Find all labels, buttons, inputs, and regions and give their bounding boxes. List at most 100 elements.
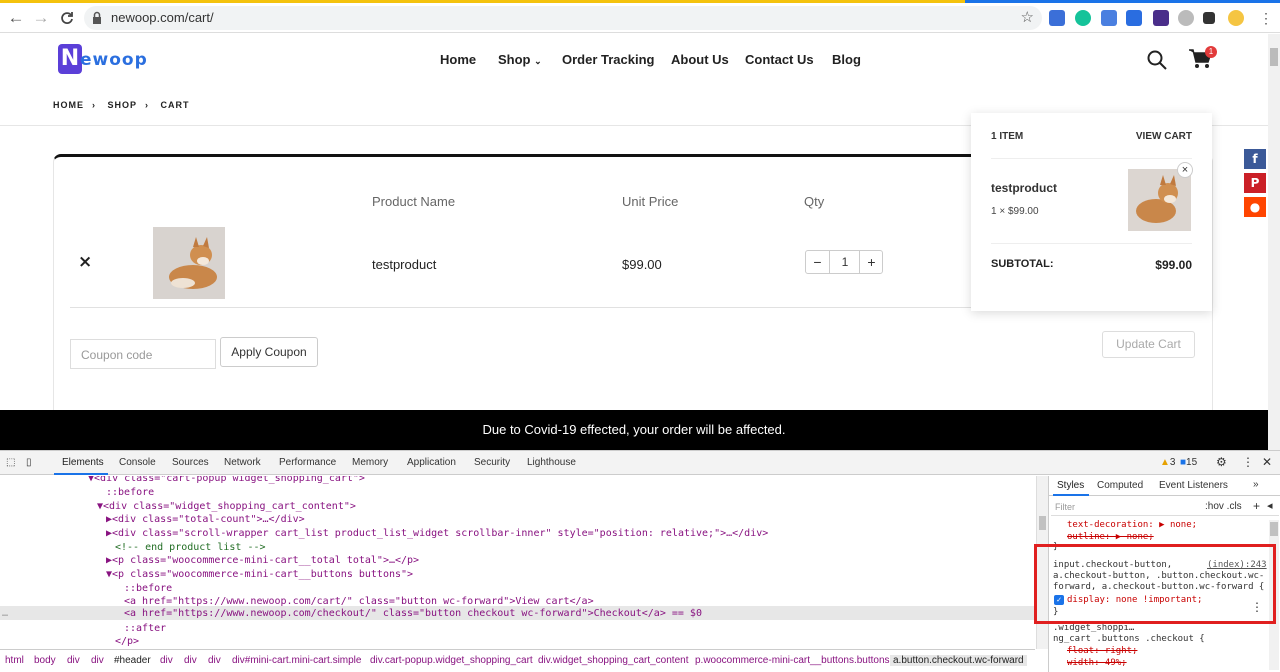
tab-network[interactable]: Network [224,457,261,468]
page-scrollbar-thumb[interactable] [1270,48,1278,66]
crumb[interactable]: html [5,655,24,666]
translate-icon[interactable] [1101,10,1117,26]
dom-pseudo-node[interactable]: ::after [124,623,166,634]
news-icon[interactable] [1126,10,1142,26]
crumb[interactable]: div.widget_shopping_cart_content [538,655,688,666]
device-toggle-icon[interactable]: ▯ [26,457,32,468]
elements-scrollbar-thumb[interactable] [1039,516,1046,530]
dom-node-selected[interactable]: <a href="https://www.newoop.com/checkout… [124,608,702,619]
settings-gear-icon[interactable]: ⚙ [1216,455,1227,469]
coupon-input[interactable]: Coupon code [70,339,216,369]
inspect-element-icon[interactable]: ⬚ [6,457,15,468]
dom-node[interactable]: ▶<div class="scroll-wrapper cart_list pr… [106,528,768,539]
reddit-share-icon[interactable]: ● [1244,197,1266,217]
qty-input[interactable]: 1 [833,251,857,273]
tab-memory[interactable]: Memory [352,457,388,468]
search-icon[interactable] [1147,50,1167,70]
facebook-share-icon[interactable]: f [1244,149,1266,169]
remove-item-button[interactable]: × [78,252,92,272]
nav-order-tracking[interactable]: Order Tracking [562,52,654,67]
extension-icon-5[interactable] [1153,10,1169,26]
reload-button[interactable] [55,6,79,30]
page-scrollbar[interactable] [1268,34,1280,450]
dom-node[interactable]: ▶<p class="woocommerce-mini-cart__total … [106,555,419,566]
tab-elements[interactable]: Elements [62,457,104,468]
dom-node[interactable]: <a href="https://www.newoop.com/cart/" c… [124,596,594,607]
ellipsis-icon[interactable]: … [2,608,8,619]
more-tabs-icon[interactable]: » [1253,479,1259,490]
css-selector[interactable]: ng_cart .buttons .checkout { [1053,634,1205,644]
css-selector[interactable]: .widget_shoppi… [1053,623,1134,633]
tab-performance[interactable]: Performance [279,457,336,468]
crumb[interactable]: div [208,655,221,666]
new-rule-icon[interactable]: + [1253,499,1260,513]
crumb[interactable]: div#mini-cart.mini-cart.simple [232,655,361,666]
qty-plus-button[interactable]: + [859,251,883,273]
dom-node[interactable]: ▼<p class="woocommerce-mini-cart__button… [106,569,413,580]
css-declaration-overridden[interactable]: width: 49%; [1067,658,1127,668]
qty-minus-button[interactable]: − [806,251,830,273]
more-menu-icon[interactable]: ⋮ [1254,6,1278,30]
bookmark-star-icon[interactable]: ☆ [1021,8,1034,26]
hov-cls-toggle[interactable]: :hov .cls [1205,501,1242,512]
crumb[interactable]: div [184,655,197,666]
tab-sources[interactable]: Sources [172,457,209,468]
globe-icon[interactable] [1178,10,1194,26]
product-thumbnail[interactable] [153,227,225,299]
dom-node[interactable]: </p> [115,636,139,647]
dom-pseudo-node[interactable]: ::before [106,487,154,498]
dom-node[interactable]: ▼<div class="widget_shopping_cart_conten… [97,501,356,512]
crumb[interactable]: div [160,655,173,666]
mini-cart-item-thumbnail[interactable] [1128,169,1191,231]
apply-coupon-button[interactable]: Apply Coupon [220,337,318,367]
pinterest-share-icon[interactable]: P [1244,173,1266,193]
dom-node[interactable]: ▼<div class="cart-popup widget_shopping_… [88,476,365,484]
filter-input[interactable]: Filter [1055,502,1075,512]
nav-shop[interactable]: Shop ⌄ [498,52,542,67]
toggle-sidebar-icon[interactable]: ◂ [1267,499,1273,512]
puzzle-icon[interactable] [1203,12,1215,24]
mini-cart-remove-button[interactable]: × [1177,162,1193,178]
crumb[interactable]: div [67,655,80,666]
tab-application[interactable]: Application [407,457,456,468]
grammarly-icon[interactable] [1075,10,1091,26]
crumb[interactable]: p.woocommerce-mini-cart__buttons.buttons [695,655,890,666]
site-logo[interactable]: N ewoop [58,44,148,76]
breadcrumb-shop[interactable]: SHOP [108,100,138,110]
message-count[interactable]: ■15 [1180,457,1197,468]
crumb[interactable]: body [34,655,56,666]
view-cart-link[interactable]: VIEW CART [1136,131,1192,142]
tab-event-listeners[interactable]: Event Listeners [1159,480,1228,491]
crumb-selected[interactable]: a.button.checkout.wc-forward [890,655,1027,666]
crumb[interactable]: #header [114,655,151,666]
product-name[interactable]: testproduct [372,257,436,272]
warning-count[interactable]: ▲3 [1160,457,1175,468]
profile-avatar[interactable] [1228,10,1244,26]
tab-lighthouse[interactable]: Lighthouse [527,457,576,468]
devtools-more-icon[interactable]: ⋮ [1242,455,1254,469]
nav-blog[interactable]: Blog [832,52,861,67]
nav-about-us[interactable]: About Us [671,52,729,67]
breadcrumb-home[interactable]: HOME [53,100,84,110]
devtools-close-icon[interactable]: ✕ [1262,455,1272,469]
tab-styles[interactable]: Styles [1057,480,1084,491]
tab-security[interactable]: Security [474,457,510,468]
tab-console[interactable]: Console [119,457,156,468]
mini-cart-item-name[interactable]: testproduct [991,181,1057,195]
nav-contact-us[interactable]: Contact Us [745,52,814,67]
css-declaration-overridden[interactable]: float: right; [1067,646,1137,656]
back-button[interactable]: ← [4,6,28,30]
address-bar[interactable]: newoop.com/cart/ ☆ [84,6,1042,30]
dom-pseudo-node[interactable]: ::before [124,583,172,594]
tab-computed[interactable]: Computed [1097,480,1143,491]
forward-button[interactable]: → [29,6,53,30]
update-cart-button[interactable]: Update Cart [1102,331,1195,358]
dom-node[interactable]: ▶<div class="total-count">…</div> [106,514,305,525]
crumb[interactable]: div.cart-popup.widget_shopping_cart [370,655,533,666]
css-declaration-overridden[interactable]: outline: ▶ none; [1067,532,1154,542]
crumb[interactable]: div [91,655,104,666]
nav-home[interactable]: Home [440,52,476,67]
styles-scrollbar-thumb[interactable] [1270,522,1278,536]
dom-comment[interactable]: <!-- end product list --> [115,542,266,553]
css-declaration[interactable]: text-decoration: ▶ none; [1067,520,1197,530]
